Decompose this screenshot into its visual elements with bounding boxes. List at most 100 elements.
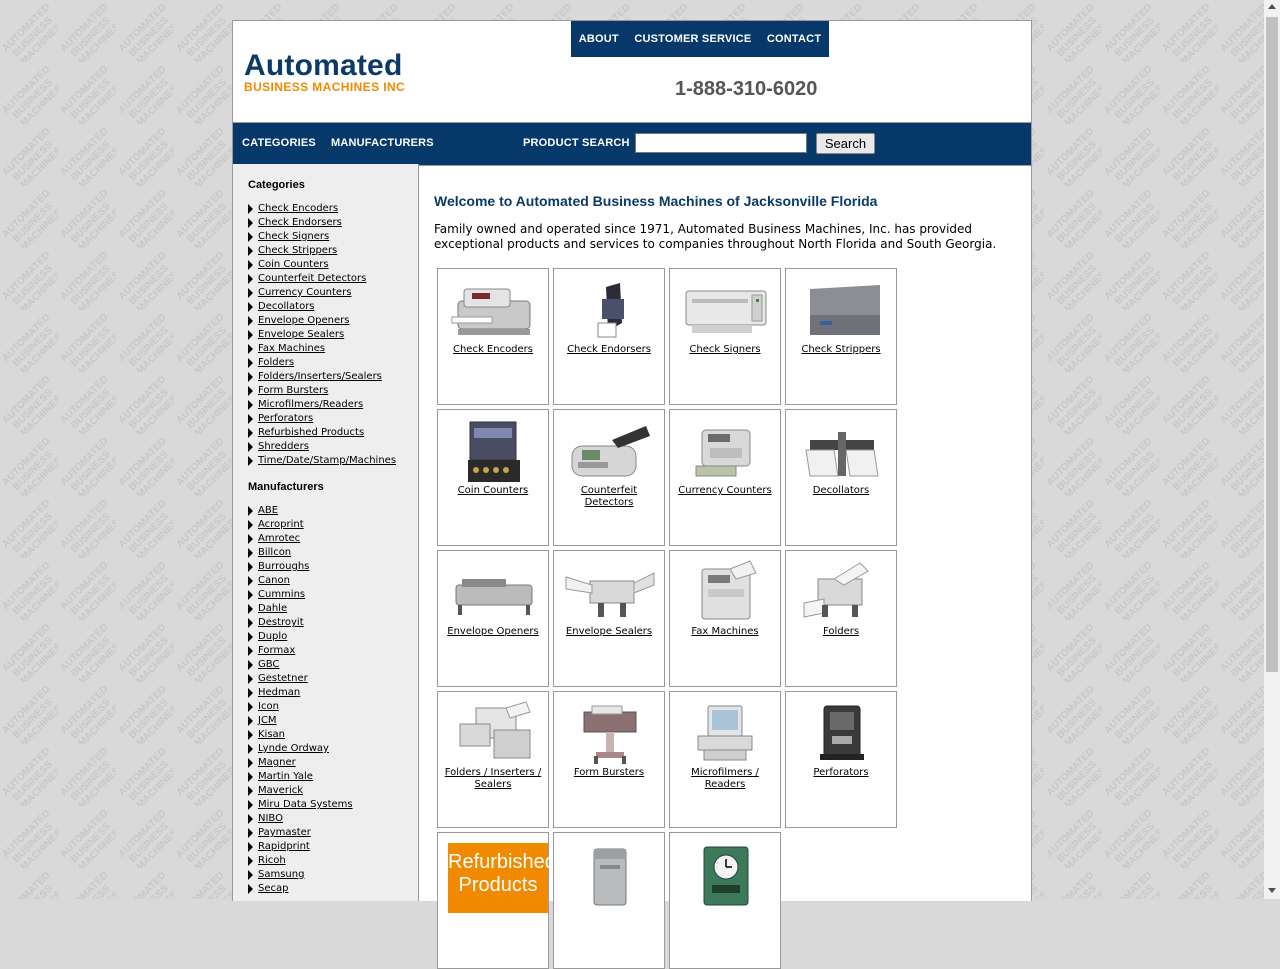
manufacturer-link[interactable]: Duplo [258,630,287,644]
manufacturer-item[interactable]: Icon [248,700,353,714]
category-item[interactable]: Check Strippers [248,244,396,258]
category-link[interactable]: Check Signers [258,230,329,244]
manufacturer-item[interactable]: Destroyit [248,616,353,630]
manufacturer-item[interactable]: Secap [248,882,353,896]
category-tile[interactable]: Envelope Sealers [553,550,665,687]
category-link[interactable]: Check Endorsers [258,216,342,230]
manufacturer-link[interactable]: Samsung [258,868,304,882]
category-item[interactable]: Fax Machines [248,342,396,356]
category-item[interactable]: Envelope Sealers [248,328,396,342]
category-item[interactable]: Folders/Inserters/Sealers [248,370,396,384]
manufacturer-item[interactable]: Hedman [248,686,353,700]
manufacturer-item[interactable]: Samsung [248,868,353,882]
manufacturer-link[interactable]: Acroprint [258,518,304,532]
category-item[interactable]: Folders [248,356,396,370]
manufacturer-item[interactable]: Lynde Ordway [248,742,353,756]
tile-label-check-endorsers[interactable]: Check Endorsers [558,344,660,356]
refurbished-badge[interactable]: Refurbished Products [448,843,556,913]
category-tile[interactable] [669,832,781,969]
category-item[interactable]: Counterfeit Detectors [248,272,396,286]
category-tile[interactable]: RefurbishedProductsRefurbished Products [437,832,556,969]
scrollbar[interactable] [1264,0,1280,899]
category-link[interactable]: Fax Machines [258,342,325,356]
check-stripper-icon[interactable] [794,277,888,345]
inserter-icon[interactable] [446,700,540,768]
manufacturer-item[interactable]: Martin Yale [248,770,353,784]
manufacturer-item[interactable]: Amrotec [248,532,353,546]
tile-label-fax-machines[interactable]: Fax Machines [674,626,776,638]
check-signer-icon[interactable] [678,277,772,345]
category-link[interactable]: Refurbished Products [258,426,364,440]
manufacturer-link[interactable]: ABE [258,504,278,518]
manufacturer-item[interactable]: Maverick [248,784,353,798]
manufacturer-link[interactable]: Burroughs [258,560,309,574]
manufacturer-item[interactable]: Canon [248,574,353,588]
category-link[interactable]: Perforators [258,412,313,426]
manufacturer-link[interactable]: Martin Yale [258,770,313,784]
manufacturer-link[interactable]: Gestetner [258,672,308,686]
category-item[interactable]: Form Bursters [248,384,396,398]
tile-label-folders-inserters-sealers[interactable]: Folders / Inserters / Sealers [442,767,544,791]
manufacturer-link[interactable]: Destroyit [258,616,304,630]
manufacturer-item[interactable]: Acroprint [248,518,353,532]
scroll-up-icon[interactable] [1268,4,1276,9]
manufacturer-item[interactable]: Rapidprint [248,840,353,854]
nav-about[interactable]: ABOUT [579,33,619,45]
manufacturer-item[interactable]: Duplo [248,630,353,644]
envelope-sealer-icon[interactable] [562,559,656,627]
category-item[interactable]: Perforators [248,412,396,426]
manufacturer-link[interactable]: Paymaster [258,826,311,840]
nav-manufacturers[interactable]: MANUFACTURERS [331,137,434,149]
manufacturer-link[interactable]: Secap [258,882,288,896]
manufacturer-link[interactable]: Magner [258,756,296,770]
tile-label-envelope-sealers[interactable]: Envelope Sealers [558,626,660,638]
manufacturer-item[interactable]: JCM [248,714,353,728]
manufacturer-link[interactable]: Miru Data Systems [258,798,353,812]
manufacturer-link[interactable]: Formax [258,644,295,658]
manufacturer-link[interactable]: Billcon [258,546,291,560]
manufacturer-item[interactable]: Formax [248,644,353,658]
tile-label-check-strippers[interactable]: Check Strippers [790,344,892,356]
tile-label-currency-counters[interactable]: Currency Counters [674,485,776,497]
category-link[interactable]: Folders [258,356,294,370]
category-tile[interactable]: Check Endorsers [553,268,665,405]
category-link[interactable]: Decollators [258,300,315,314]
check-endorser-icon[interactable] [562,277,656,345]
category-link[interactable]: Check Strippers [258,244,337,258]
manufacturer-link[interactable]: Kisan [258,728,285,742]
manufacturer-link[interactable]: Cummins [258,588,305,602]
manufacturer-item[interactable]: Gestetner [248,672,353,686]
category-item[interactable]: Currency Counters [248,286,396,300]
scroll-down-icon[interactable] [1268,888,1276,893]
manufacturer-item[interactable]: Kisan [248,728,353,742]
category-link[interactable]: Shredders [258,440,309,454]
category-tile[interactable]: Coin Counters [437,409,549,546]
counterfeit-detector-icon[interactable] [562,418,656,486]
category-link[interactable]: Microfilmers/Readers [258,398,363,412]
manufacturer-item[interactable]: Cummins [248,588,353,602]
category-tile[interactable]: Check Signers [669,268,781,405]
perforator-icon[interactable] [794,700,888,768]
category-item[interactable]: Envelope Openers [248,314,396,328]
fax-machine-icon[interactable] [678,559,772,627]
category-tile[interactable]: Decollators [785,409,897,546]
folder-machine-icon[interactable] [794,559,888,627]
category-tile[interactable] [553,832,665,969]
category-link[interactable]: Counterfeit Detectors [258,272,366,286]
category-tile[interactable]: Counterfeit Detectors [553,409,665,546]
category-tile[interactable]: Fax Machines [669,550,781,687]
manufacturer-link[interactable]: Icon [258,700,279,714]
site-logo[interactable]: Automated BUSINESS MACHINES INC [244,51,405,95]
nav-customer-service[interactable]: CUSTOMER SERVICE [634,33,751,45]
nav-categories[interactable]: CATEGORIES [242,137,316,149]
category-item[interactable]: Decollators [248,300,396,314]
search-button[interactable]: Search [816,133,875,154]
manufacturer-item[interactable]: Miru Data Systems [248,798,353,812]
tile-label-folders[interactable]: Folders [790,626,892,638]
category-tile[interactable]: Currency Counters [669,409,781,546]
category-link[interactable]: Check Encoders [258,202,338,216]
decollator-icon[interactable] [794,418,888,486]
manufacturer-link[interactable]: Rapidprint [258,840,310,854]
tile-label-decollators[interactable]: Decollators [790,485,892,497]
category-item[interactable]: Time/Date/Stamp/Machines [248,454,396,468]
